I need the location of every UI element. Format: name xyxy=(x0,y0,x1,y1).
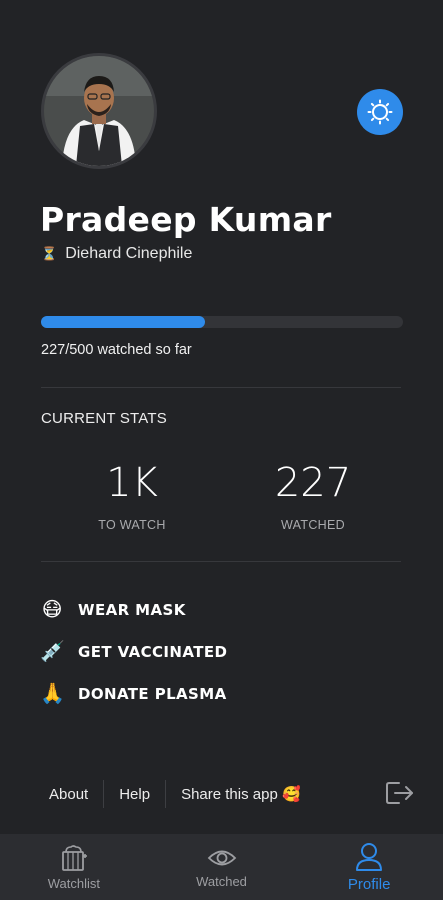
nav-watchlist[interactable]: Watchlist xyxy=(0,834,148,900)
rank-badge: ⏳ Diehard Cinephile xyxy=(41,245,192,263)
about-link[interactable]: About xyxy=(34,786,103,803)
action-label: WEAR MASK xyxy=(78,600,186,619)
bottom-navigation: Watchlist Watched Profile xyxy=(0,834,443,900)
sun-icon xyxy=(367,99,393,125)
avatar[interactable] xyxy=(41,53,157,169)
syringe-icon: 💉 xyxy=(40,641,65,663)
help-link[interactable]: Help xyxy=(104,786,165,803)
nav-label: Profile xyxy=(347,875,391,893)
eye-icon xyxy=(207,850,236,865)
stat-to-watch[interactable]: 1K TO WATCH xyxy=(62,460,202,532)
stat-value: 227 xyxy=(274,460,352,506)
action-label: GET VACCINATED xyxy=(78,642,228,661)
progress-text: 227/500 watched so far xyxy=(41,342,192,358)
action-label: DONATE PLASMA xyxy=(78,684,227,703)
nav-watched[interactable]: Watched xyxy=(148,834,296,900)
action-get-vaccinated: 💉 GET VACCINATED xyxy=(40,639,227,664)
nav-profile[interactable]: Profile xyxy=(295,834,443,900)
logout-icon[interactable] xyxy=(385,780,415,806)
stat-label: WATCHED xyxy=(281,518,345,532)
share-app-link[interactable]: Share this app 🥰 xyxy=(166,785,316,803)
folded-hands-icon: 🙏 xyxy=(40,683,65,705)
footer-links: About Help Share this app 🥰 xyxy=(34,778,316,810)
theme-toggle-button[interactable] xyxy=(357,89,403,135)
action-wear-mask: 😷 WEAR MASK xyxy=(40,597,186,622)
profile-photo xyxy=(44,56,154,166)
profile-name: Pradeep Kumar xyxy=(40,200,332,239)
divider xyxy=(41,561,401,562)
profile-icon xyxy=(356,842,383,871)
watch-progress-bar xyxy=(41,316,403,328)
medal-icon: ⏳ xyxy=(41,246,58,261)
section-title-current-stats: CURRENT STATS xyxy=(41,410,167,427)
nav-label: Watchlist xyxy=(47,875,100,891)
stat-value: 1K xyxy=(106,460,158,506)
action-donate-plasma: 🙏 DONATE PLASMA xyxy=(40,681,227,706)
rank-title: Diehard Cinephile xyxy=(65,245,193,262)
nav-label: Watched xyxy=(196,873,247,889)
watch-progress-fill xyxy=(41,316,206,328)
stat-label: TO WATCH xyxy=(98,518,166,532)
divider xyxy=(41,387,401,388)
stat-watched[interactable]: 227 WATCHED xyxy=(243,460,383,532)
mask-icon: 😷 xyxy=(41,599,63,621)
watchlist-icon xyxy=(61,844,87,871)
